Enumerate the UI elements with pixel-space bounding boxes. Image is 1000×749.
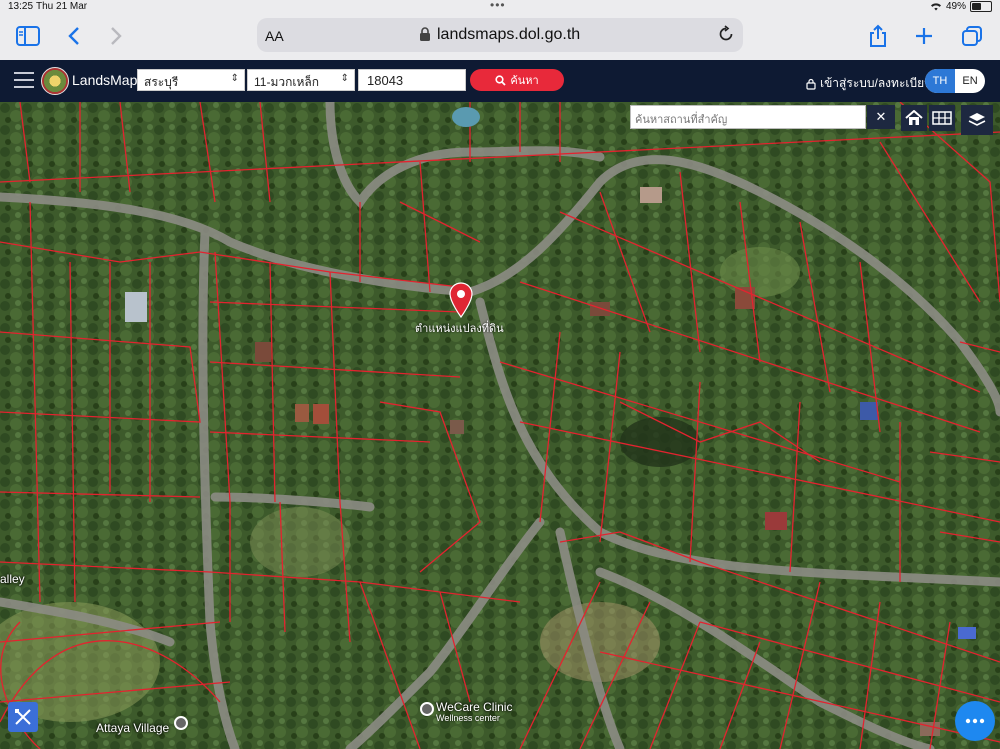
landsmaps-logo xyxy=(41,67,69,95)
ruler-pencil-icon xyxy=(15,709,31,725)
layers-icon xyxy=(968,113,986,126)
district-value: 11-มวกเหล็ก xyxy=(254,75,319,89)
location-pin-icon[interactable] xyxy=(448,282,474,318)
province-select[interactable]: สระบุรี ⇕ xyxy=(137,69,245,91)
place-label-wecare[interactable]: WeCare Clinic xyxy=(436,700,512,714)
place-label-attaya[interactable]: Attaya Village xyxy=(96,721,169,735)
clear-search-button[interactable]: ✕ xyxy=(867,105,895,129)
grid-button[interactable] xyxy=(929,105,955,131)
url-text: landsmaps.dol.go.th xyxy=(437,26,581,43)
wifi-icon xyxy=(930,3,941,11)
status-time: 13:25 xyxy=(8,1,34,12)
reader-aa-button[interactable]: AA xyxy=(265,28,284,44)
status-date: Thu 21 Mar xyxy=(36,1,88,12)
reload-icon[interactable] xyxy=(717,25,735,43)
login-label: เข้าสู่ระบบ/ลงทะเบียน xyxy=(820,76,933,90)
search-icon xyxy=(495,74,506,86)
select-arrows-icon: ⇕ xyxy=(230,73,239,84)
lang-th-option[interactable]: TH xyxy=(925,69,955,93)
back-icon[interactable] xyxy=(60,22,88,50)
address-bar[interactable]: AA landsmaps.dol.go.th xyxy=(257,18,743,52)
search-button[interactable]: ค้นหา xyxy=(470,69,564,91)
place-search-input[interactable]: ค้นหาสถานที่สำคัญ xyxy=(630,105,866,129)
tabs-overview-icon[interactable] xyxy=(958,22,986,50)
login-link[interactable]: เข้าสู่ระบบ/ลงทะเบียน xyxy=(806,74,932,93)
battery-percent: 49% xyxy=(945,1,966,12)
select-arrows-icon: ⇕ xyxy=(340,73,349,84)
measure-tool-button[interactable] xyxy=(8,702,38,732)
lang-en-option[interactable]: EN xyxy=(955,69,985,93)
search-button-label: ค้นหา xyxy=(510,75,539,87)
status-bar: 13:25 Thu 21 Mar ••• 49% xyxy=(0,0,1000,14)
clinic-marker-icon[interactable] xyxy=(420,702,434,716)
battery-icon xyxy=(970,1,992,12)
more-dots-icon xyxy=(965,718,985,724)
lock-icon xyxy=(420,27,430,41)
province-value: สระบุรี xyxy=(144,75,179,89)
new-tab-icon[interactable] xyxy=(910,22,938,50)
place-marker-icon[interactable] xyxy=(174,716,188,730)
home-icon xyxy=(905,110,923,125)
menu-icon[interactable] xyxy=(14,72,34,90)
sidebar-icon[interactable] xyxy=(14,22,42,50)
browser-toolbar: AA landsmaps.dol.go.th xyxy=(0,14,1000,60)
pin-label: ตำแหน่งแปลงที่ดิน xyxy=(415,323,504,335)
multitask-dots[interactable]: ••• xyxy=(490,0,506,12)
more-options-button[interactable] xyxy=(955,701,995,741)
layers-button[interactable] xyxy=(961,105,993,135)
grid-icon xyxy=(932,111,952,125)
place-sublabel-wecare: Wellness center xyxy=(436,713,500,723)
forward-icon[interactable] xyxy=(102,22,130,50)
brand-name: LandsMaps xyxy=(72,72,145,88)
lock-icon xyxy=(806,78,816,90)
satellite-imagery xyxy=(0,102,1000,749)
home-button[interactable] xyxy=(901,105,927,131)
map-view[interactable]: ค้นหาสถานที่สำคัญ ✕ ตำแหน่งแปลงที่ดิน al… xyxy=(0,102,1000,749)
place-label-valley[interactable]: alley xyxy=(0,572,25,586)
language-toggle[interactable]: TH EN xyxy=(925,69,985,93)
district-select[interactable]: 11-มวกเหล็ก ⇕ xyxy=(247,69,355,91)
site-header: LandsMaps สระบุรี ⇕ 11-มวกเหล็ก ⇕ 18043 … xyxy=(0,60,1000,102)
share-icon[interactable] xyxy=(864,22,892,50)
parcel-number-input[interactable]: 18043 xyxy=(358,69,466,91)
